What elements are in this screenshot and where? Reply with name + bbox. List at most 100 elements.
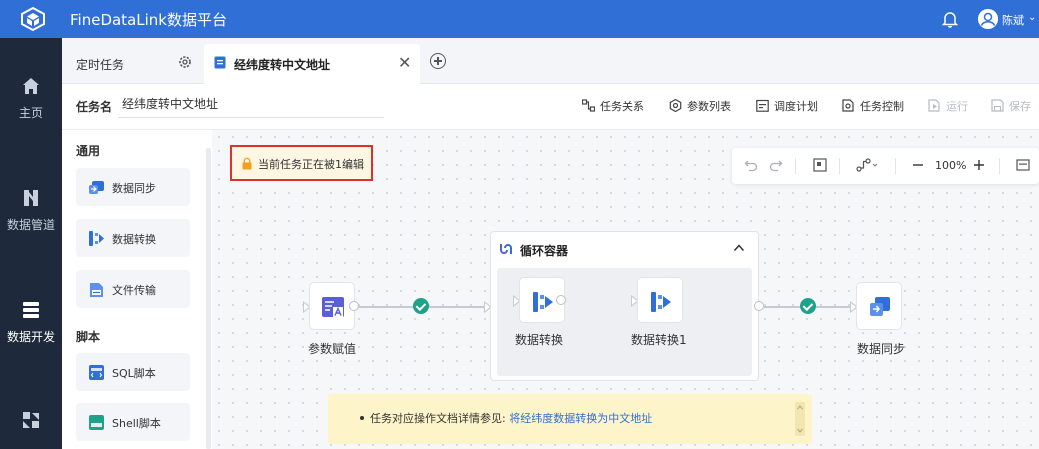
zoom-out-icon[interactable] [911, 158, 925, 172]
toolbar-divider [839, 158, 840, 174]
bell-icon[interactable] [942, 10, 958, 28]
output-port[interactable] [754, 301, 764, 311]
tip-scroll-arrows[interactable] [795, 402, 805, 436]
chevron-up-icon[interactable] [733, 243, 745, 253]
task-relation-button[interactable]: 任务关系 [582, 98, 644, 114]
panel-scrollbar[interactable] [206, 148, 211, 449]
zoom-in-icon[interactable] [972, 158, 986, 172]
gear-icon[interactable] [178, 55, 192, 69]
dev-icon [23, 302, 39, 318]
task-header: 任务名 任务关系 参数列表 调度计划 任务控制 运行 [62, 84, 1039, 130]
section-title-general: 通用 [76, 144, 101, 158]
nav-item-label: 主页 [18, 106, 43, 120]
run-button[interactable]: 运行 [928, 98, 968, 114]
node-label: 数据转换 [515, 333, 564, 347]
output-port[interactable] [349, 301, 359, 311]
tip-text-body: 任务对应操作文档详情参见: [370, 412, 510, 425]
param-assign-icon [322, 297, 344, 317]
save-label: 保存 [1009, 100, 1031, 113]
save-icon [991, 99, 1004, 112]
data-transform-icon [651, 292, 671, 312]
toolbar-divider [895, 158, 896, 174]
user-name[interactable]: 陈斌 [1002, 12, 1024, 28]
component-label: SQL脚本 [112, 367, 156, 380]
tab-label: 经纬度转中文地址 [234, 58, 331, 72]
tip-doc-link[interactable]: 将经纬度数据转换为中文地址 [509, 412, 652, 425]
output-port[interactable] [556, 295, 566, 305]
bullet [360, 416, 364, 420]
loop-container-header[interactable]: 循环容器 [491, 232, 758, 266]
tab-scheduled-tasks[interactable]: 定时任务 [62, 44, 202, 84]
node-label: 数据转换1 [631, 333, 687, 347]
add-tab-icon[interactable] [430, 53, 446, 69]
node-data-transform-1[interactable] [637, 277, 683, 323]
shell-script-icon [89, 415, 104, 430]
pipeline-icon [24, 190, 38, 206]
data-transform-icon [89, 231, 104, 246]
component-data-sync[interactable]: 数据同步 [76, 168, 190, 206]
tab-label: 定时任务 [76, 58, 125, 72]
param-list-label: 参数列表 [687, 100, 731, 113]
component-file-transfer[interactable]: 文件传输 [76, 270, 190, 308]
app-logo-icon[interactable] [20, 7, 46, 31]
data-sync-icon [89, 181, 104, 194]
tab-bar: 定时任务 经纬度转中文地址 ✕ [62, 38, 1039, 84]
component-label: 数据转换 [112, 233, 156, 246]
task-name-label: 任务名 [76, 100, 113, 114]
nav-item-dev[interactable]: 数据开发 [0, 300, 62, 360]
success-check-icon [800, 298, 816, 314]
tab-current-task[interactable]: 经纬度转中文地址 ✕ [204, 44, 420, 84]
schedule-plan-button[interactable]: 调度计划 [756, 98, 818, 114]
doc-tip-box: 任务对应操作文档详情参见: 将经纬度数据转换为中文地址 [328, 394, 812, 444]
layout-icon[interactable] [856, 158, 880, 172]
tip-text: 任务对应操作文档详情参见: 将经纬度数据转换为中文地址 [370, 410, 652, 426]
node-label: 参数赋值 [308, 342, 357, 356]
task-control-button[interactable]: 任务控制 [842, 98, 904, 114]
component-panel: 通用 数据同步 数据转换 文件传输 脚本 SQL脚本 Shell脚本 [62, 130, 206, 449]
toolbar-divider [795, 158, 796, 174]
file-transfer-icon [90, 283, 103, 297]
chevron-down-icon[interactable]: ⌄ [1028, 12, 1036, 23]
component-label: 文件传输 [112, 284, 156, 297]
node-data-sync[interactable] [856, 282, 902, 330]
task-control-label: 任务控制 [860, 100, 904, 113]
ops-icon [23, 412, 39, 428]
nav-item-pipeline[interactable]: 数据管道 [0, 188, 62, 248]
nav-item-ops[interactable] [0, 410, 62, 449]
run-label: 运行 [946, 100, 968, 113]
calendar-icon [756, 99, 769, 112]
toolbar-divider [999, 158, 1000, 174]
minimap-icon[interactable] [1016, 158, 1030, 172]
undo-icon[interactable] [744, 158, 758, 172]
lock-notice: 当前任务正在被1编辑 [230, 145, 373, 181]
task-name-input[interactable] [118, 90, 384, 118]
fit-view-icon[interactable] [813, 158, 827, 172]
avatar[interactable] [978, 9, 998, 29]
lock-icon [242, 157, 252, 170]
nav-item-label: 数据管道 [6, 218, 55, 232]
close-icon[interactable]: ✕ [398, 53, 411, 72]
section-title-script: 脚本 [76, 330, 101, 344]
nav-item-label: 数据开发 [6, 330, 55, 344]
data-sync-icon [870, 297, 890, 316]
nav-item-home[interactable]: 主页 [0, 76, 62, 136]
component-label: 数据同步 [112, 182, 156, 195]
relation-icon [582, 99, 595, 112]
lock-text: 当前任务正在被1编辑 [258, 158, 364, 171]
loop-icon [500, 244, 512, 254]
param-list-button[interactable]: 参数列表 [669, 98, 731, 114]
top-bar: FineDataLink数据平台 陈斌 ⌄ [0, 0, 1039, 38]
home-icon [23, 78, 39, 94]
component-data-transform[interactable]: 数据转换 [76, 219, 190, 257]
run-icon [928, 99, 940, 112]
component-shell-script[interactable]: Shell脚本 [76, 403, 190, 441]
data-transform-icon [533, 292, 553, 312]
success-check-icon [413, 298, 429, 314]
node-label: 数据同步 [857, 342, 906, 356]
component-sql-script[interactable]: SQL脚本 [76, 353, 190, 391]
task-file-icon [214, 56, 226, 69]
zoom-level: 100% [935, 159, 967, 172]
redo-icon[interactable] [769, 158, 783, 172]
gear-icon [669, 99, 682, 112]
save-button[interactable]: 保存 [991, 98, 1031, 114]
